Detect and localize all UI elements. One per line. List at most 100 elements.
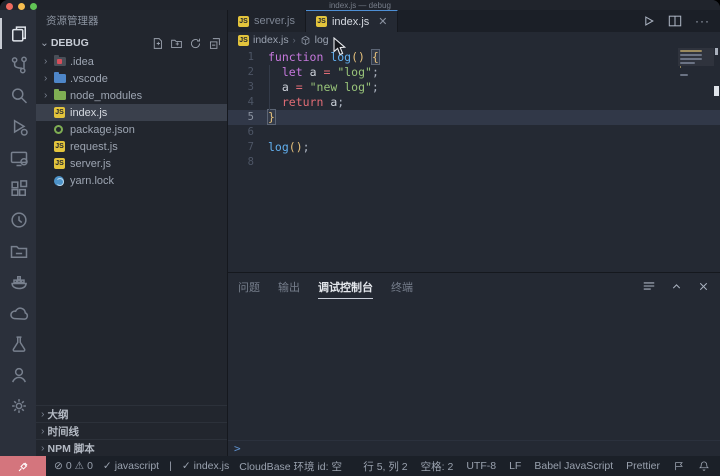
status-item[interactable]: LF	[509, 460, 521, 472]
cloud-icon[interactable]	[0, 297, 36, 328]
js-file-icon: JS	[54, 141, 65, 152]
minimap-line	[680, 66, 682, 68]
panel-tab-输出[interactable]: 输出	[278, 274, 300, 298]
minimap-line	[680, 62, 696, 64]
tree-item-label: request.js	[70, 140, 118, 153]
chevron-up-icon[interactable]	[670, 280, 683, 293]
tree-item-request-js[interactable]: JS request.js	[36, 138, 227, 155]
tree-item-yarn-lock[interactable]: yarn.lock	[36, 172, 227, 189]
collapse-all-icon[interactable]	[208, 37, 221, 50]
feedback-icon[interactable]	[673, 460, 685, 472]
code-token: ()	[351, 50, 365, 64]
code-line-8: 8	[228, 155, 720, 170]
breadcrumb-symbol[interactable]: log	[315, 34, 329, 46]
source-control-icon[interactable]	[0, 49, 36, 80]
breadcrumb-file[interactable]: index.js	[253, 34, 289, 46]
tab-label: server.js	[254, 15, 295, 27]
new-folder-icon[interactable]	[170, 37, 183, 50]
status-check-index.js[interactable]: ✓ index.js	[182, 460, 229, 472]
extensions-icon[interactable]	[0, 173, 36, 204]
line-number: 6	[247, 126, 254, 138]
sidebar-title: 资源管理器	[46, 15, 99, 27]
remote-indicator[interactable]	[0, 456, 46, 476]
tree-item--vscode[interactable]: › .vscode	[36, 70, 227, 87]
new-file-icon[interactable]	[151, 37, 164, 50]
status-item[interactable]: Babel JavaScript	[534, 460, 613, 472]
code-line-3: 3 a = "new log";	[228, 80, 720, 95]
tab-label: index.js	[331, 15, 370, 28]
run-debug-icon[interactable]	[0, 111, 36, 142]
debug-console-input[interactable]: >	[228, 440, 720, 456]
bell-icon[interactable]	[698, 460, 710, 472]
tree-item-package-json[interactable]: package.json	[36, 121, 227, 138]
line-number: 4	[247, 96, 254, 108]
overview-ruler-mark	[715, 48, 718, 55]
docker-icon[interactable]	[0, 266, 36, 297]
explorer-section-header[interactable]: ⌄ DEBUG	[36, 33, 227, 53]
explorer-icon[interactable]	[0, 18, 36, 49]
code-token: log	[268, 140, 289, 154]
js-file-icon: JS	[54, 158, 65, 169]
panel-tab-终端[interactable]: 终端	[391, 274, 413, 298]
code-editor[interactable]: 1 function log() {2 let a = "log"; 3 a = "…	[228, 48, 720, 272]
search-icon[interactable]	[0, 80, 36, 111]
tree-item--idea[interactable]: › .idea	[36, 53, 227, 70]
sidebar-section-时间线[interactable]: › 时间线	[36, 422, 227, 439]
chevron-right-icon: ›	[41, 408, 45, 420]
code-token: =	[295, 80, 303, 94]
check-icon: ✓	[102, 460, 112, 472]
tree-item-server-js[interactable]: JS server.js	[36, 155, 227, 172]
code-token: a	[281, 80, 289, 94]
status-item[interactable]: Prettier	[626, 460, 660, 472]
warning-count: 0	[87, 460, 93, 472]
tree-item-index-js[interactable]: JS index.js	[36, 104, 227, 121]
refresh-icon[interactable]	[189, 37, 202, 50]
code-token: }	[267, 109, 276, 125]
history-icon[interactable]	[0, 204, 36, 235]
code-token: "log"	[337, 65, 372, 79]
more-actions-icon[interactable]: ···	[695, 14, 710, 28]
remote-explorer-icon[interactable]	[0, 142, 36, 173]
breadcrumb: JS index.js › log	[228, 32, 720, 48]
settings-gear-icon[interactable]	[0, 390, 36, 421]
code-token: ;	[337, 95, 345, 109]
code-token: ;	[371, 80, 379, 94]
warning-icon: ⚠	[74, 460, 85, 472]
panel-tab-问题[interactable]: 问题	[238, 274, 260, 298]
tree-item-label: node_modules	[70, 89, 143, 102]
diagnostics-status[interactable]: ⊘ 0 ⚠ 0	[54, 460, 93, 472]
js-file-icon: JS	[54, 107, 65, 118]
editor-tab-server.js[interactable]: JS server.js	[228, 10, 306, 32]
tree-item-label: .vscode	[70, 72, 108, 85]
account-icon[interactable]	[0, 359, 36, 390]
filter-list-icon[interactable]	[642, 279, 656, 293]
minimap-line	[680, 58, 703, 60]
status-item[interactable]: UTF-8	[466, 460, 496, 472]
test-flask-icon[interactable]	[0, 328, 36, 359]
status-check-javascript[interactable]: ✓ javascript	[103, 460, 159, 472]
close-panel-icon[interactable]	[697, 280, 710, 293]
code-line-1: 1 function log() {	[228, 49, 720, 65]
text-cursor	[274, 111, 277, 123]
deploy-folder-icon[interactable]	[0, 235, 36, 266]
panel-tab-调试控制台[interactable]: 调试控制台	[318, 274, 373, 299]
editor-tab-index.js[interactable]: JS index.js ✕	[305, 10, 399, 32]
tree-item-node-modules[interactable]: › node_modules	[36, 87, 227, 104]
minimap[interactable]	[680, 50, 712, 82]
code-token: return	[281, 95, 324, 109]
status-item[interactable]: 行 5, 列 2	[363, 459, 407, 474]
split-editor-icon[interactable]	[668, 14, 682, 28]
status-item[interactable]: 空格: 2	[421, 459, 454, 474]
tree-item-label: server.js	[70, 157, 111, 170]
close-tab-icon[interactable]: ✕	[378, 15, 387, 28]
sidebar-section-NPM 脚本[interactable]: › NPM 脚本	[36, 439, 227, 456]
run-file-icon[interactable]	[641, 14, 655, 28]
status-item[interactable]: CloudBase 环境 id: 空	[239, 459, 342, 474]
bottom-panel: 问题 输出 调试控制台 终端 >	[228, 272, 720, 456]
error-icon: ⊘	[54, 460, 63, 472]
code-line-7: 7 log();	[228, 140, 720, 155]
sidebar-section-大纲[interactable]: › 大纲	[36, 405, 227, 422]
